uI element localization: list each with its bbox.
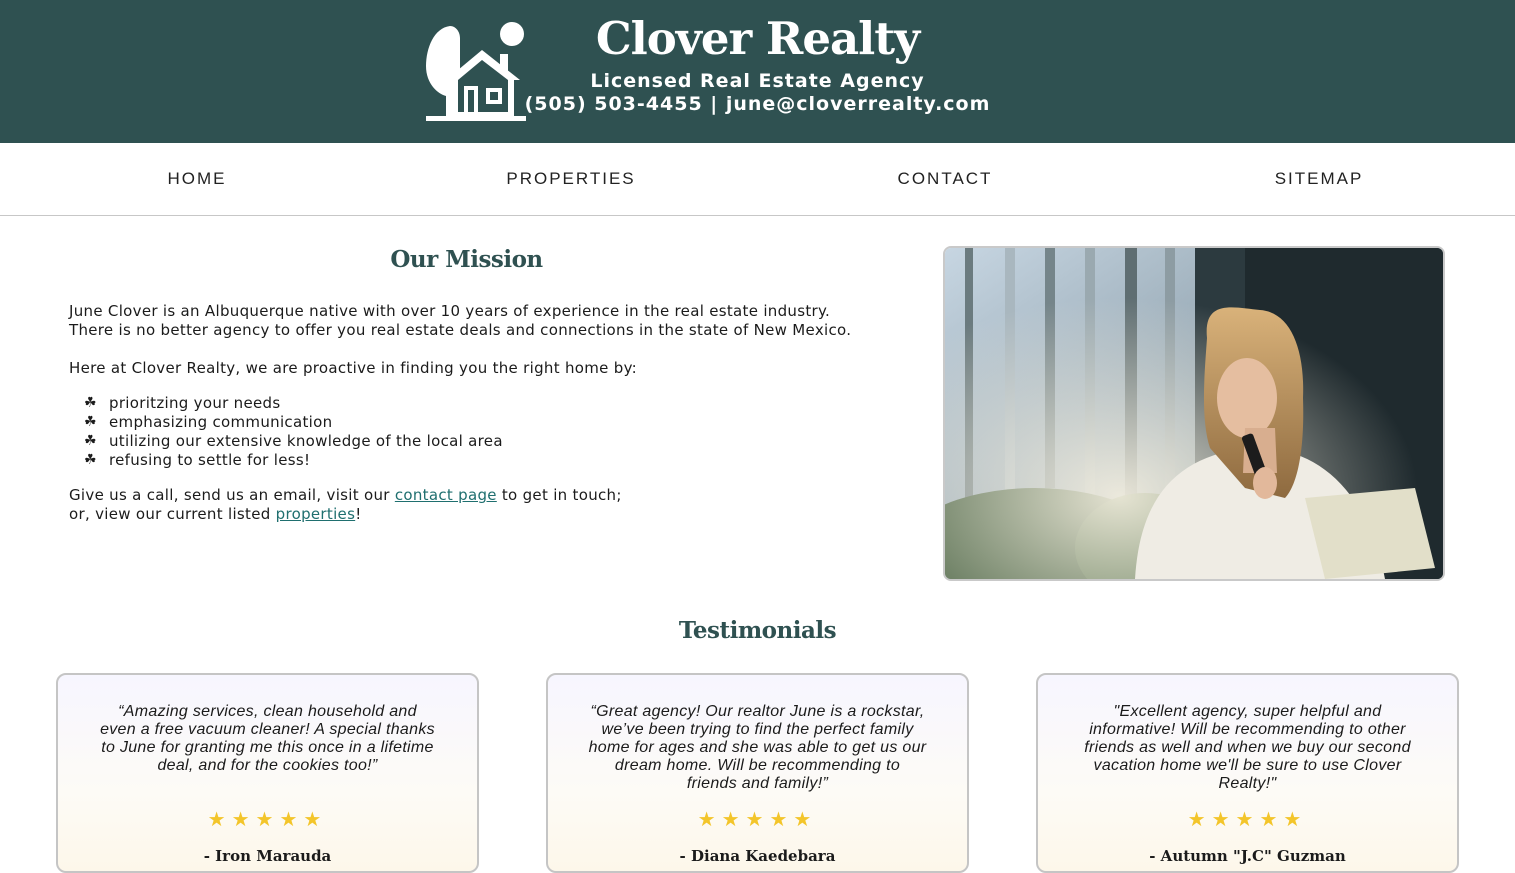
site-title: Clover Realty (595, 12, 920, 65)
clover-bullet-icon: ☘ (84, 433, 97, 449)
nav-home[interactable]: HOME (8, 143, 386, 215)
contact-page-link[interactable]: contact page (395, 486, 497, 504)
testimonial-quote: “Great agency! Our realtor June is a roc… (588, 703, 927, 792)
properties-link[interactable]: properties (276, 505, 356, 523)
site-subtitle: Licensed Real Estate Agency (590, 70, 925, 92)
mission-intro: June Clover is an Albuquerque native wit… (69, 302, 919, 340)
agent-photo (943, 246, 1445, 581)
mission-intro-line-1: June Clover is an Albuquerque native wit… (69, 302, 831, 320)
clover-bullet-icon: ☘ (84, 414, 97, 430)
cta-line-2: or, view our current listed properties! (69, 505, 362, 523)
star-rating-icon: ★★★★★ (697, 807, 818, 831)
testimonial-quote: “Amazing services, clean household and e… (100, 703, 435, 774)
nav-properties[interactable]: PROPERTIES (382, 143, 760, 215)
star-rating-icon: ★★★★★ (1187, 807, 1308, 831)
mission-heading: Our Mission (390, 246, 543, 273)
site-header: Clover Realty Licensed Real Estate Agenc… (0, 0, 1515, 143)
contact-info: (505) 503-4455 | june@cloverrealty.com (524, 93, 991, 115)
woman-with-phone-photo (945, 248, 1443, 579)
mission-list: ☘ prioritzing your needs ☘ emphasizing com… (84, 394, 503, 470)
clover-bullet-icon: ☘ (84, 395, 97, 411)
list-item: ☘ emphasizing communication (84, 413, 333, 431)
testimonial-author: - Autumn "J.C" Guzman (1149, 847, 1346, 865)
cta-line-1: Give us a call, send us an email, visit … (69, 486, 622, 504)
list-item: ☘ prioritzing your needs (84, 394, 281, 412)
testimonials-heading: Testimonials (678, 617, 837, 644)
testimonial-card: “Great agency! Our realtor June is a roc… (546, 673, 969, 873)
testimonial-author: - Iron Marauda (203, 847, 332, 865)
testimonial-card: “Amazing services, clean household and e… (56, 673, 479, 873)
nav-contact[interactable]: CONTACT (756, 143, 1134, 215)
mission-intro-line-2: There is no better agency to offer you r… (69, 321, 852, 339)
testimonial-quote: "Excellent agency, super helpful and inf… (1084, 703, 1411, 792)
star-rating-icon: ★★★★★ (207, 807, 328, 831)
mission-proactive-text: Here at Clover Realty, we are proactive … (69, 359, 638, 377)
main-nav: HOME PROPERTIES CONTACT SITEMAP (0, 143, 1515, 216)
nav-sitemap[interactable]: SITEMAP (1130, 143, 1508, 215)
testimonial-card: "Excellent agency, super helpful and inf… (1036, 673, 1459, 873)
list-item: ☘ utilizing our extensive knowledge of th… (84, 432, 503, 450)
list-item: ☘ refusing to settle for less! (84, 451, 311, 469)
testimonial-author: - Diana Kaedebara (679, 847, 836, 865)
mission-cta: Give us a call, send us an email, visit … (69, 486, 919, 524)
clover-bullet-icon: ☘ (84, 452, 97, 468)
